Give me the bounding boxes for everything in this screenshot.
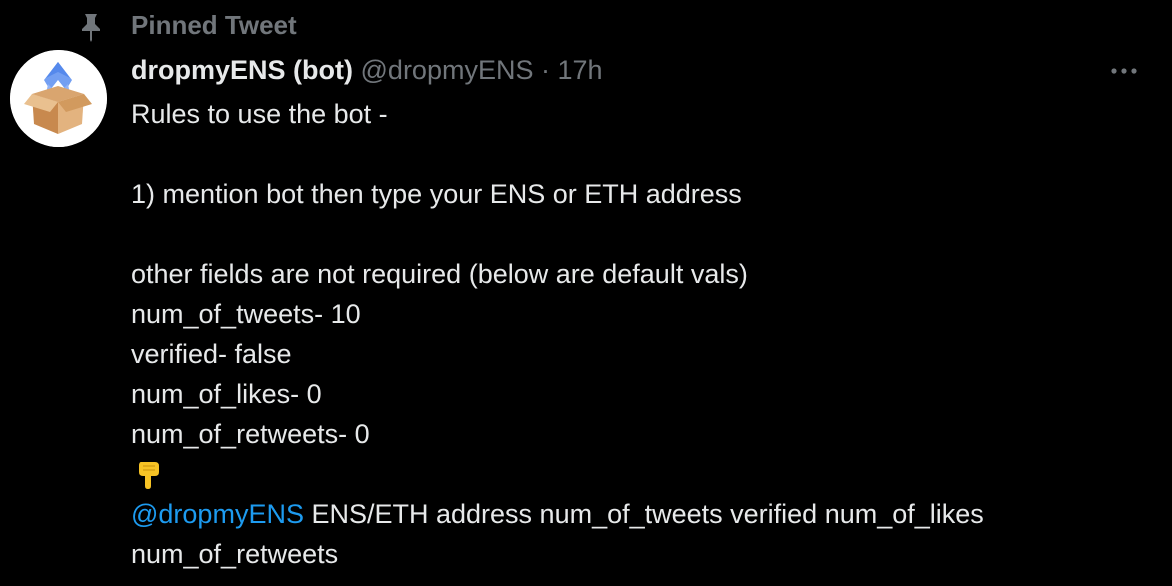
user-handle[interactable]: @dropmyENS (361, 55, 534, 85)
pinned-tweet-label: Pinned Tweet (131, 10, 297, 40)
tweet-line: num_of_tweets- 10 (131, 299, 361, 329)
tweet-header: dropmyENS (bot) @dropmyENS · 17h (131, 52, 603, 88)
mention-link[interactable]: @dropmyENS (131, 499, 304, 529)
tweet-line: other fields are not required (below are… (131, 259, 748, 289)
tweet-line: Rules to use the bot - (131, 99, 388, 129)
tweet-line: verified- false (131, 339, 292, 369)
tweet-line: num_of_retweets (131, 539, 339, 569)
tweet-line: 1) mention bot then type your ENS or ETH… (131, 179, 742, 209)
separator-dot: · (541, 55, 550, 85)
tweet-line-text: ENS/ETH address num_of_tweets verified n… (303, 499, 984, 529)
display-name[interactable]: dropmyENS (bot) (131, 55, 353, 85)
timestamp[interactable]: 17h (558, 55, 603, 85)
pin-icon (78, 12, 104, 42)
tweet-body: Rules to use the bot - 1) mention bot th… (131, 94, 1151, 574)
pinned-tweet-indicator: Pinned Tweet (0, 6, 1172, 44)
tweet-line: @dropmyENS ENS/ETH address num_of_tweets… (131, 494, 1151, 534)
box-logo-icon (10, 50, 107, 147)
more-options-button[interactable] (1104, 56, 1144, 86)
avatar[interactable] (10, 50, 107, 147)
pointing-down-emoji (131, 454, 1151, 494)
tweet-line: num_of_retweets- 0 (131, 419, 370, 449)
tweet-line: num_of_likes- 0 (131, 379, 322, 409)
more-horizontal-icon (1110, 62, 1138, 80)
